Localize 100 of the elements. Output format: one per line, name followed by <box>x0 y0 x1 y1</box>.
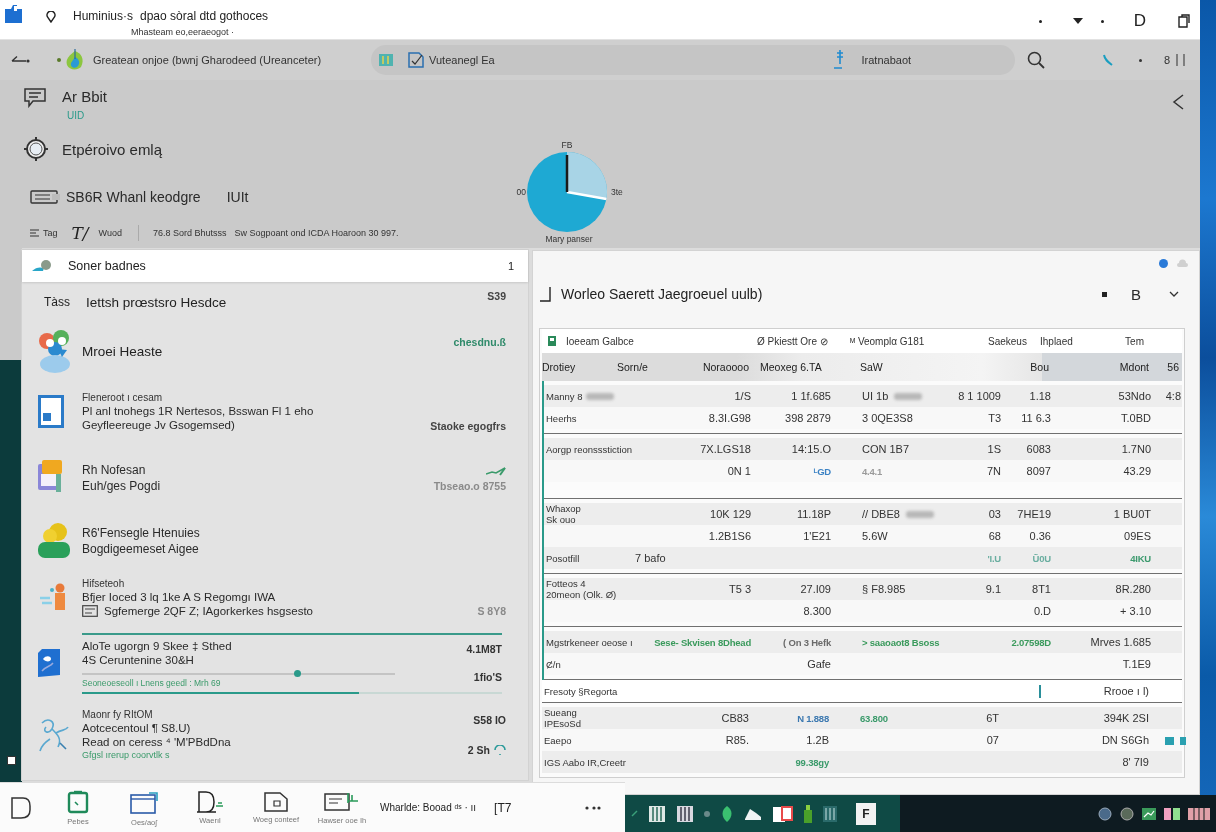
circle-icon[interactable] <box>1098 806 1112 821</box>
item-suffix: IUIt <box>226 189 249 205</box>
table-cell: 1.2B <box>806 734 829 746</box>
toolbar-label[interactable]: Ihplaed <box>1040 335 1118 347</box>
table-cell: Mrves 1.685 <box>1090 636 1151 648</box>
rounded-page-icon[interactable] <box>10 795 32 820</box>
column-header[interactable]: Sorn/e <box>617 361 648 373</box>
row-title[interactable]: Mroei Heaste <box>82 343 163 359</box>
chevron-down-icon[interactable] <box>1169 291 1179 297</box>
item-title[interactable]: Etpéroivo emlą <box>62 140 163 158</box>
table-cell: 0.D <box>1033 605 1051 617</box>
column-header[interactable]: Drotiey <box>542 361 576 373</box>
circle-icon[interactable] <box>1120 806 1134 821</box>
card-icon <box>82 604 98 617</box>
toolbar-label[interactable]: Ø Pkiestt Ore ⊘ <box>757 335 850 347</box>
slash-icon[interactable] <box>631 810 638 817</box>
tiles-icon <box>1165 736 1187 746</box>
tag-icon[interactable] <box>30 190 60 204</box>
table-cell: 1 BU0T <box>1113 508 1151 520</box>
search-icon[interactable] <box>1027 51 1046 69</box>
table-cell: 6T <box>986 712 999 724</box>
folder-icon[interactable] <box>5 5 22 23</box>
table-cell: 14:15.O <box>791 443 831 455</box>
column-header[interactable]: Mdont <box>1119 361 1149 373</box>
summary-tag: Tag <box>43 228 58 238</box>
dot-icon[interactable] <box>1100 19 1104 23</box>
dot-icon <box>1139 58 1143 62</box>
table-cell: CB83 <box>721 712 749 724</box>
people-icon <box>38 329 72 373</box>
cards-icon[interactable] <box>1164 807 1180 820</box>
panel-title: Worleo Saerett Jaegroeuel uulb) <box>561 286 763 302</box>
table-cell: 8R.280 <box>1115 583 1151 595</box>
column-header[interactable]: Meoxeg 6.TA <box>760 361 822 373</box>
row-text: Sgfemerge 2QF Z; IAgorkerkes hsgsesto <box>104 604 313 617</box>
document-icon[interactable] <box>264 791 288 812</box>
pin-icon[interactable] <box>46 11 56 23</box>
tile-icon <box>379 53 394 67</box>
bottle-app-icon[interactable] <box>804 804 812 823</box>
striped-app-icon[interactable] <box>676 804 694 823</box>
search-field[interactable]: Vuteanegl Ea Iratnabaot <box>371 45 1016 75</box>
chart-label: 3te <box>611 187 624 197</box>
monitor-icon[interactable] <box>324 790 360 813</box>
table-cell: 7N <box>986 465 1001 477</box>
table-cell: 8.300 <box>803 605 831 617</box>
chevron-left-icon[interactable] <box>1172 94 1184 110</box>
document-icon <box>38 394 64 428</box>
restore-icon[interactable] <box>1178 14 1190 28</box>
table-cell: Sese- Skvisen 8Dhead <box>654 636 751 648</box>
table-cell: 53Ndo <box>1118 390 1151 402</box>
item-title[interactable]: SB6R Whanl keodgre <box>66 189 201 205</box>
row-overline: Hifseteoh <box>82 577 125 589</box>
table-cell: 1.7N0 <box>1121 443 1151 455</box>
row-label: Whaxop <box>546 503 581 514</box>
document-icon <box>407 51 426 69</box>
arc-icon[interactable] <box>494 744 506 755</box>
table-cell: 7X.LGS18 <box>700 443 751 455</box>
breadcrumb[interactable]: Greatean onjoe (bwnj Gharodeed (Ureanceter) <box>93 54 322 66</box>
row-title[interactable]: Iettsh prœstsro Hesdce <box>86 294 227 310</box>
more-icon[interactable] <box>585 805 601 810</box>
clipboard-icon[interactable] <box>67 789 89 814</box>
back-arrow-icon[interactable] <box>10 55 30 65</box>
grid-icon[interactable] <box>1188 807 1210 820</box>
summary-glyph: T/ <box>71 223 89 243</box>
toolbar-label[interactable]: Saekeus <box>988 335 1040 347</box>
toolbar-label[interactable]: ᴹ Veomplα G181 <box>850 335 988 347</box>
table-cell: > saaoaot8 Bsoss <box>862 636 940 648</box>
table-cell: 398 2879 <box>785 412 831 424</box>
item-title[interactable]: Ar Bbit <box>62 88 107 105</box>
chart-label: 00 <box>516 187 526 197</box>
row-text: Euh/ges Pogdi <box>82 479 161 493</box>
column-header[interactable]: Bou <box>1030 361 1049 373</box>
dot-icon[interactable] <box>704 810 710 817</box>
pause-icon[interactable] <box>1176 54 1186 66</box>
dot-icon[interactable] <box>1038 19 1042 23</box>
column-header[interactable]: SaW <box>860 361 883 373</box>
ring-icon[interactable] <box>24 137 48 161</box>
toolbar-label[interactable]: Tem <box>1125 335 1144 347</box>
table-cell: Gafe <box>807 658 831 670</box>
column-header[interactable]: Noraoooo <box>702 361 749 373</box>
cards-app-icon[interactable] <box>772 804 794 823</box>
striped-app-icon[interactable] <box>822 804 838 823</box>
table-cell: 9.1 <box>985 583 1001 595</box>
row-tag: Tàss <box>44 295 70 309</box>
column-header[interactable]: 56 <box>1167 361 1179 373</box>
table-cell: 11 6.3 <box>1021 412 1051 424</box>
table-cell: 09ES <box>1124 530 1151 542</box>
d-shape-icon[interactable] <box>196 790 224 813</box>
wedge-app-icon[interactable] <box>744 806 762 821</box>
chart-icon[interactable] <box>1142 807 1156 820</box>
row-label: 20meon (Olk. Ø) <box>546 589 617 600</box>
caret-icon[interactable] <box>1072 18 1083 24</box>
table-cell: ( On 3 Hefk <box>783 636 831 648</box>
striped-app-icon[interactable] <box>648 804 666 823</box>
taskbar-app-button[interactable]: F <box>856 802 876 825</box>
window-button[interactable]: D <box>1133 12 1146 30</box>
panel-button[interactable]: B <box>1131 285 1141 303</box>
message-icon[interactable] <box>24 88 46 108</box>
table-cell: 6083 <box>1026 443 1051 455</box>
slider-thumb[interactable] <box>294 669 302 677</box>
leaf-app-icon[interactable] <box>720 804 734 823</box>
